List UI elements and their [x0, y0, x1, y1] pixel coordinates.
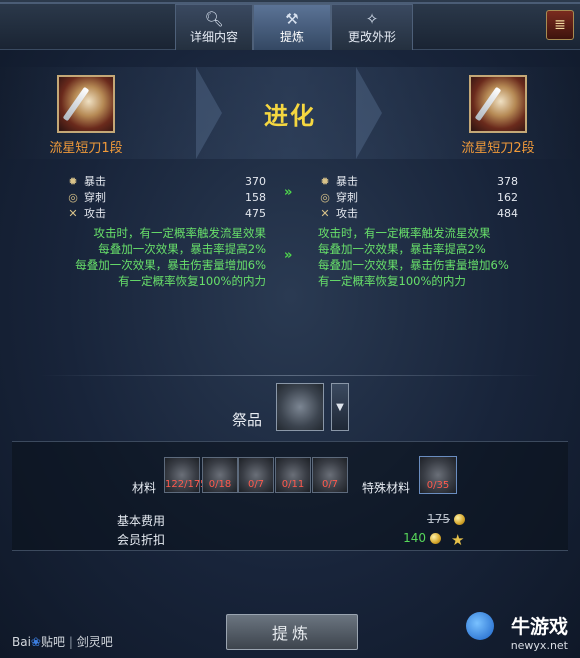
- offering-dropdown[interactable]: ▼: [331, 383, 349, 431]
- dagger-icon: [62, 86, 90, 122]
- stat-row: ✹ 暴击 378: [318, 173, 518, 189]
- attack-icon: ✕: [68, 206, 78, 220]
- book-icon: ≣: [554, 17, 566, 33]
- watermark-forum: 剑灵吧: [76, 635, 113, 649]
- tab-label: 详细内容: [189, 30, 238, 44]
- member-discount-value: 140: [403, 531, 426, 545]
- offering-slot[interactable]: [276, 383, 324, 431]
- next-item-name: 流星短刀2段: [461, 141, 535, 156]
- codex-button[interactable]: ≣: [546, 10, 574, 40]
- chevron-down-icon: ▼: [336, 401, 344, 413]
- stat-row: ◎ 穿刺 162: [318, 189, 518, 205]
- base-fee-label: 基本费用: [117, 514, 166, 528]
- material-slot[interactable]: 0/7: [238, 457, 274, 493]
- special-materials-label: 特殊材料: [362, 481, 411, 495]
- newyx-logo-icon: [466, 612, 494, 640]
- search-icon: 🔍︎: [204, 10, 224, 28]
- baidu-watermark: Bai❀贴吧 | 剑灵吧: [12, 635, 113, 649]
- effect-line: 攻击时，有一定概率触发流星效果: [318, 226, 491, 240]
- section-divider: [40, 375, 540, 376]
- effect-line: 每叠加一次效果，暴击率提高2%: [318, 242, 486, 256]
- effects-arrow-icon: »: [284, 248, 293, 263]
- pierce-icon: ◎: [320, 190, 330, 204]
- stats-arrow-icon: »: [284, 185, 293, 200]
- tab-label: 提炼: [279, 30, 304, 44]
- material-slot[interactable]: 0/11: [275, 457, 311, 493]
- current-effects: 攻击时，有一定概率触发流星效果 每叠加一次效果，暴击率提高2% 每叠加一次效果，…: [20, 225, 266, 289]
- stat-row: ✹ 暴击 370: [66, 173, 266, 189]
- next-stats: ✹ 暴击 378 ◎ 穿刺 162 ✕ 攻击 484: [318, 173, 518, 221]
- newyx-watermark: 牛游戏 newyx.net: [511, 612, 568, 652]
- current-item-name: 流星短刀1段: [49, 141, 123, 156]
- special-material-slot[interactable]: 0/35: [419, 456, 457, 494]
- effect-line: 每叠加一次效果，暴击伤害量增加6%: [318, 258, 509, 272]
- current-item-icon[interactable]: [57, 75, 115, 133]
- member-discount-label: 会员折扣: [117, 533, 166, 547]
- evolve-title: 进化: [264, 102, 316, 130]
- stat-value: 370: [245, 174, 266, 188]
- materials-label: 材料: [132, 481, 157, 495]
- crit-icon: ✹: [320, 174, 330, 188]
- reshape-icon: ✧: [365, 10, 379, 28]
- crit-icon: ✹: [68, 174, 78, 188]
- stat-label: 暴击: [336, 175, 358, 188]
- stat-label: 穿刺: [84, 191, 106, 204]
- watermark-suffix: 贴吧: [40, 635, 65, 649]
- material-slot[interactable]: 0/7: [312, 457, 348, 493]
- effect-line: 每叠加一次效果，暴击伤害量增加6%: [75, 258, 266, 272]
- paw-icon: ❀: [30, 635, 41, 649]
- tab-bar: 🔍︎ 详细内容 ⚒ 提炼 ✧ 更改外形: [175, 4, 413, 50]
- stat-label: 暴击: [84, 175, 106, 188]
- stat-value: 158: [245, 190, 266, 204]
- material-count: 0/7: [247, 479, 265, 490]
- tab-change-appearance[interactable]: ✧ 更改外形: [331, 4, 413, 50]
- material-count: 0/35: [426, 480, 450, 491]
- stat-label: 攻击: [336, 207, 358, 220]
- stat-value: 484: [497, 206, 518, 220]
- chevron-decoration: [196, 67, 222, 159]
- watermark-brand: Bai: [12, 635, 31, 649]
- stat-label: 穿刺: [336, 191, 358, 204]
- current-stats: ✹ 暴击 370 ◎ 穿刺 158 ✕ 攻击 475: [66, 173, 266, 221]
- material-count: 0/18: [208, 479, 232, 490]
- premium-badge-icon: ★: [451, 531, 465, 549]
- stat-value: 378: [497, 174, 518, 188]
- tab-details[interactable]: 🔍︎ 详细内容: [175, 4, 253, 50]
- material-slot[interactable]: 122/175: [164, 457, 207, 493]
- refine-button[interactable]: 提炼: [226, 614, 358, 650]
- tab-refine[interactable]: ⚒ 提炼: [253, 4, 331, 50]
- stat-value: 162: [497, 190, 518, 204]
- stat-row: ◎ 穿刺 158: [66, 189, 266, 205]
- dagger-icon: [474, 86, 502, 122]
- effect-line: 有一定概率恢复100%的内力: [318, 274, 466, 288]
- hammer-icon: ⚒: [285, 10, 299, 28]
- watermark-brand: 牛游戏: [510, 616, 568, 638]
- effect-line: 每叠加一次效果，暴击率提高2%: [98, 242, 266, 256]
- gold-coin-icon: [454, 514, 465, 525]
- watermark-url: newyx.net: [510, 639, 568, 652]
- stat-label: 攻击: [84, 207, 106, 220]
- material-count: 122/175: [165, 479, 207, 490]
- stat-value: 475: [245, 206, 266, 220]
- material-count: 0/11: [281, 479, 305, 490]
- gold-coin-icon: [430, 533, 441, 544]
- next-effects: 攻击时，有一定概率触发流星效果 每叠加一次效果，暴击率提高2% 每叠加一次效果，…: [318, 225, 568, 289]
- base-fee-value: 175: [427, 512, 450, 526]
- chevron-decoration: [356, 67, 382, 159]
- next-item-icon[interactable]: [469, 75, 527, 133]
- attack-icon: ✕: [320, 206, 330, 220]
- pierce-icon: ◎: [68, 190, 78, 204]
- offering-label: 祭品: [232, 411, 263, 429]
- effect-line: 有一定概率恢复100%的内力: [118, 274, 266, 288]
- stat-row: ✕ 攻击 475: [66, 205, 266, 221]
- material-slot[interactable]: 0/18: [202, 457, 238, 493]
- material-count: 0/7: [321, 479, 339, 490]
- stat-row: ✕ 攻击 484: [318, 205, 518, 221]
- effect-line: 攻击时，有一定概率触发流星效果: [93, 226, 267, 240]
- tab-label: 更改外形: [347, 30, 396, 44]
